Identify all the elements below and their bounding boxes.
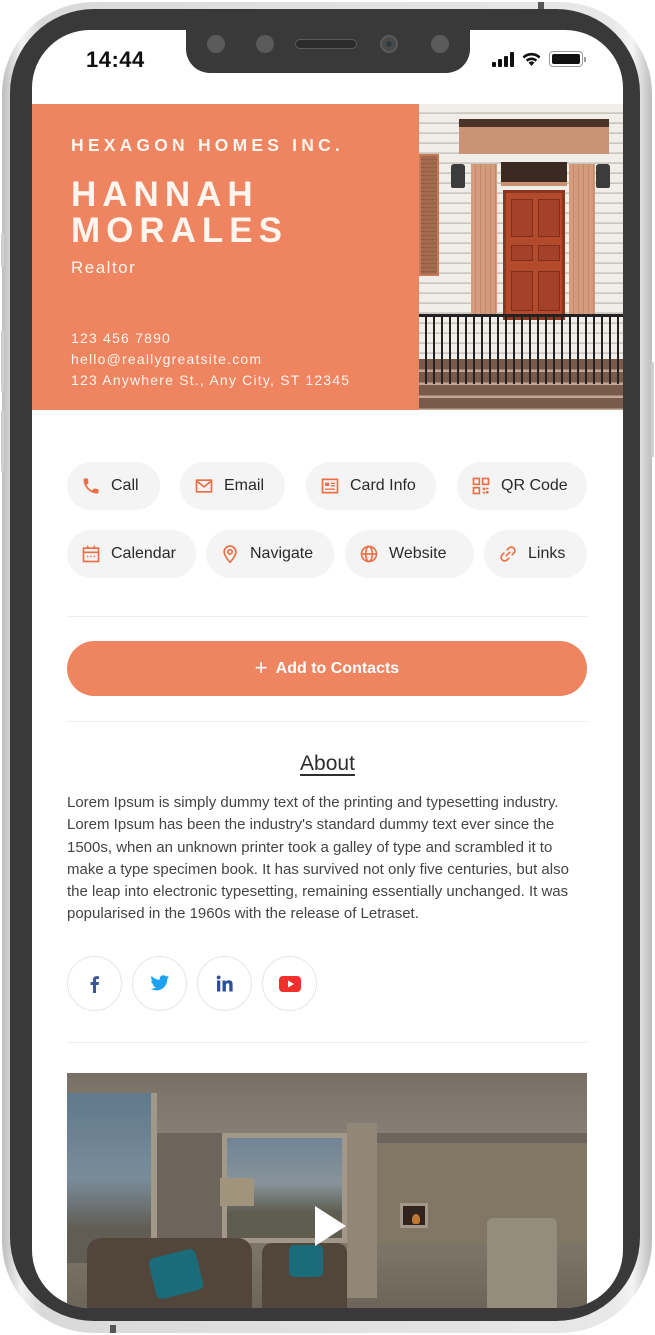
navigate-button[interactable]: Navigate (206, 530, 334, 578)
email-label: Email (224, 477, 265, 494)
globe-icon (360, 545, 378, 563)
street-address: 123 Anywhere St., Any City, ST 12345 (71, 372, 351, 388)
plus-icon: + (254, 654, 268, 680)
linkedin-icon (216, 975, 233, 992)
phone-number: 123 456 7890 (71, 330, 172, 346)
profile-header: HEXAGON HOMES INC. HANNAH MORALES Realto… (32, 104, 623, 410)
calendar-label: Calendar (111, 545, 176, 562)
navigate-label: Navigate (250, 545, 314, 562)
qr-code-icon (472, 477, 490, 495)
company-name: HEXAGON HOMES INC. (71, 135, 344, 155)
link-icon (500, 546, 516, 562)
divider (67, 721, 587, 722)
facebook-icon (90, 975, 99, 993)
notch (186, 30, 470, 73)
social-links (67, 956, 317, 1011)
links-label: Links (528, 545, 566, 562)
sensor-dot (431, 35, 449, 53)
card-info-label: Card Info (350, 477, 416, 494)
person-last-name: MORALES (71, 211, 288, 250)
website-label: Website (389, 545, 447, 562)
call-label: Call (111, 477, 139, 494)
youtube-icon (278, 975, 301, 992)
sensor-dot (207, 35, 225, 53)
qr-code-label: QR Code (501, 477, 568, 494)
youtube-button[interactable] (262, 956, 317, 1011)
play-icon[interactable] (315, 1206, 346, 1246)
profile-info-panel: HEXAGON HOMES INC. HANNAH MORALES Realto… (32, 104, 419, 410)
side-button-mute (1, 233, 4, 267)
twitter-icon (149, 975, 169, 991)
side-button-volume-up (1, 330, 4, 392)
front-door-photo (419, 104, 623, 410)
screen: 14:44 HEXAGON HOMES INC. HANNAH MORALES … (32, 30, 623, 1308)
phone-icon (83, 478, 99, 494)
job-title: Realtor (71, 258, 137, 277)
card-info-button[interactable]: Card Info (306, 462, 436, 510)
calendar-button[interactable]: Calendar (67, 530, 196, 578)
calendar-icon (82, 545, 100, 563)
call-button[interactable]: Call (67, 462, 160, 510)
about-text: Lorem Ipsum is simply dummy text of the … (67, 794, 569, 923)
person-name: HANNAH MORALES (71, 177, 391, 249)
wifi-icon (522, 52, 541, 66)
about-heading: About (300, 752, 355, 775)
add-to-contacts-button[interactable]: + Add to Contacts (67, 641, 587, 696)
divider (67, 616, 587, 617)
twitter-button[interactable] (132, 956, 187, 1011)
video-player[interactable] (67, 1073, 587, 1308)
divider (67, 1042, 587, 1043)
id-card-icon (321, 478, 339, 494)
linkedin-button[interactable] (197, 956, 252, 1011)
status-icons (492, 51, 586, 67)
sensor-dot (256, 35, 274, 53)
side-button-power (651, 362, 654, 457)
status-time: 14:44 (86, 47, 145, 72)
website-button[interactable]: Website (345, 530, 474, 578)
map-pin-icon (223, 545, 237, 564)
earpiece-speaker (295, 39, 357, 49)
email-button[interactable]: Email (180, 462, 285, 510)
cellular-signal-icon (492, 51, 514, 67)
side-button-volume-down (1, 410, 4, 472)
facebook-button[interactable] (67, 956, 122, 1011)
antenna-line (110, 1325, 116, 1333)
add-to-contacts-label: Add to Contacts (275, 659, 400, 677)
envelope-icon (195, 479, 213, 493)
person-first-name: HANNAH (71, 175, 259, 214)
qr-code-button[interactable]: QR Code (457, 462, 587, 510)
links-button[interactable]: Links (484, 530, 587, 578)
front-camera (380, 35, 398, 53)
battery-icon (549, 51, 586, 67)
email-address: hello@reallygreatsite.com (71, 351, 263, 367)
